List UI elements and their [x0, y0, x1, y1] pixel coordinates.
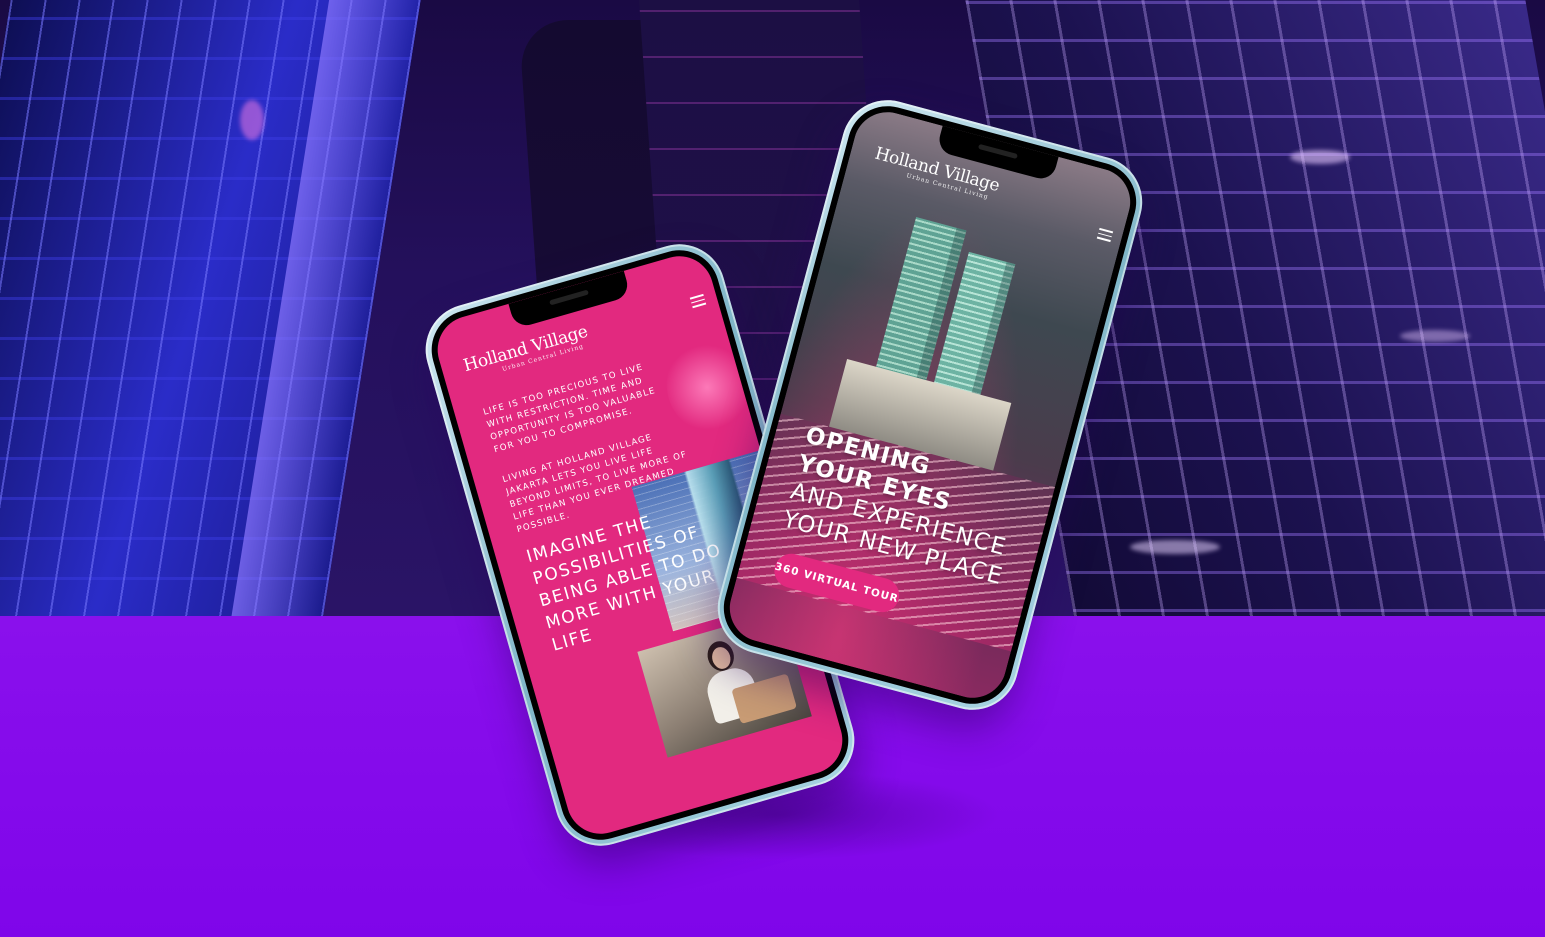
- hamburger-menu-icon[interactable]: [1096, 227, 1114, 242]
- holland-village-logo[interactable]: Holland Village Urban Central Living: [461, 322, 592, 383]
- hamburger-menu-icon[interactable]: [689, 293, 707, 308]
- mockup-scene: Holland Village Urban Central Living LIF…: [0, 0, 1545, 937]
- window-glow: [1400, 330, 1470, 342]
- window-glow: [1290, 150, 1350, 164]
- window-glow: [240, 100, 264, 140]
- window-glow: [1130, 540, 1220, 554]
